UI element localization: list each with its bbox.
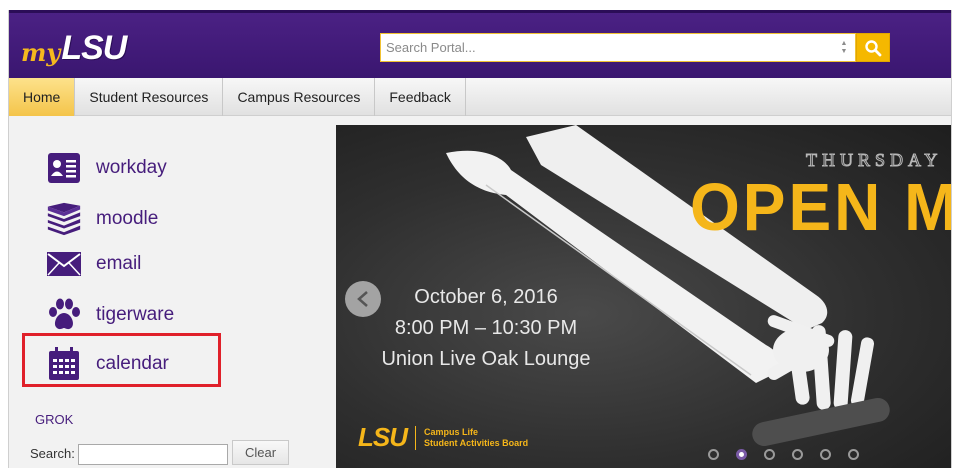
app-label-tigerware: tigerware <box>96 304 175 325</box>
tab-student-resources[interactable]: Student Resources <box>75 78 224 116</box>
tab-campus-resources[interactable]: Campus Resources <box>223 78 376 116</box>
portal-search-box: ▲▼ <box>380 33 856 62</box>
carousel-dot[interactable] <box>820 449 831 460</box>
carousel-dot[interactable] <box>764 449 775 460</box>
main-nav: Home Student Resources Campus Resources … <box>9 78 951 116</box>
calendar-highlight-box <box>22 333 221 387</box>
envelope-icon <box>45 245 83 283</box>
mylsu-logo[interactable]: my LSU <box>21 25 127 67</box>
header: my LSU ▲▼ <box>9 10 951 78</box>
event-location: Union Live Oak Lounge <box>381 348 591 370</box>
app-label-moodle: moodle <box>96 208 159 229</box>
carousel-prev-button[interactable] <box>345 281 381 317</box>
chevron-left-icon <box>357 291 368 307</box>
portal-search-input[interactable] <box>381 34 837 61</box>
app-label-email: email <box>96 253 142 274</box>
search-button[interactable] <box>856 33 890 62</box>
clear-button[interactable]: Clear <box>232 440 289 465</box>
app-link-email[interactable]: email <box>45 244 141 284</box>
grok-heading: GROK <box>35 412 74 427</box>
footer-separator <box>415 425 416 450</box>
footer-line-2: Student Activities Board <box>424 437 529 448</box>
event-time: 8:00 PM – 10:30 PM <box>394 317 578 339</box>
paw-icon <box>45 296 83 334</box>
grok-search-label: Search: <box>30 446 75 461</box>
logo-lsu-text: LSU <box>61 29 127 67</box>
quick-links-panel: workday moodle email tigerware calendar … <box>9 125 335 468</box>
event-details: October 6, 2016 8:00 PM – 10:30 PM Union… <box>336 282 636 375</box>
event-date: October 6, 2016 <box>414 286 558 308</box>
app-label-workday: workday <box>96 157 167 178</box>
portal-window: my LSU ▲▼ Home Student Resources Campus … <box>8 10 952 468</box>
carousel-dot[interactable] <box>848 449 859 460</box>
footer-subtitle: Campus Life Student Activities Board <box>424 427 528 449</box>
books-icon <box>45 200 83 238</box>
app-link-moodle[interactable]: moodle <box>45 199 158 239</box>
carousel-dot[interactable] <box>792 449 803 460</box>
app-link-workday[interactable]: workday <box>45 148 167 188</box>
grok-search-input[interactable] <box>78 444 228 465</box>
tab-home[interactable]: Home <box>9 78 76 116</box>
search-spinner-icon[interactable]: ▲ ▼ <box>837 34 851 61</box>
search-icon <box>865 39 882 56</box>
footer-line-1: Campus Life <box>424 426 479 437</box>
id-card-icon <box>45 149 83 187</box>
tab-feedback[interactable]: Feedback <box>375 78 466 116</box>
event-carousel[interactable]: THURSDAY N OPEN MI October 6, 2016 8:00 … <box>336 125 951 468</box>
event-title: OPEN MI <box>690 169 951 245</box>
carousel-dot[interactable] <box>708 449 719 460</box>
app-link-tigerware[interactable]: tigerware <box>45 295 174 335</box>
logo-my-text: my <box>21 38 61 67</box>
campus-life-logo: LSU Campus Life Student Activities Board <box>358 422 528 453</box>
carousel-indicators <box>708 449 876 460</box>
carousel-dot-active[interactable] <box>736 449 747 460</box>
footer-lsu-text: LSU <box>358 422 408 452</box>
